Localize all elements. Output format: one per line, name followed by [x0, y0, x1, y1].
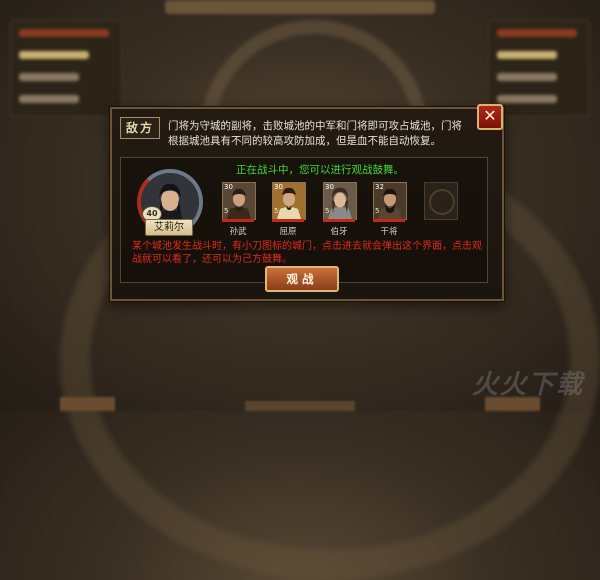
general-name-3: 伯牙 [330, 227, 348, 237]
gate-general-description: 门将为守城的副将，击败城池的中军和门将即可攻占城池，门将根据城池具有不同的较高攻… [168, 120, 462, 147]
general-stars-3: 5 [325, 207, 330, 215]
close-button[interactable]: ✕ [477, 104, 503, 130]
commander-name: 艾莉尔 [145, 219, 193, 236]
general-stars-4: 5 [375, 207, 380, 215]
general-name-2: 屈原 [279, 227, 297, 237]
general-level-1: 30 [224, 183, 233, 191]
general-name-4: 干将 [380, 227, 398, 237]
general-hp-bar-4 [373, 219, 405, 222]
battle-status: 正在战斗中，您可以进行观战鼓舞。 [236, 164, 404, 176]
bottom-center-button [245, 401, 355, 411]
instruction-tip: 某个城池发生战斗时，有小刀图标的城门，点击进去就会弹出这个界面，点击观战就可以看… [132, 241, 482, 265]
general-name-1: 孙武 [229, 227, 247, 237]
general-stars-2: 5 [274, 207, 279, 215]
close-icon: ✕ [483, 106, 497, 125]
general-hp-bar-1 [222, 219, 254, 222]
general-level-4: 32 [375, 183, 384, 191]
bottom-left-button [60, 397, 115, 411]
general-stars-1: 5 [224, 207, 229, 215]
watermark: 火火下载 [471, 370, 584, 400]
right-info-panel [488, 20, 590, 117]
left-info-panel [10, 20, 122, 117]
seal-icon [429, 189, 455, 215]
top-title-bar [165, 0, 435, 14]
watch-battle-button[interactable]: 观战 [265, 266, 339, 292]
empty-general-slot [424, 182, 458, 220]
general-hp-bar-3 [323, 219, 355, 222]
general-hp-bar-2 [272, 219, 304, 222]
general-level-2: 30 [274, 183, 283, 191]
general-level-3: 30 [325, 183, 334, 191]
enemy-tag: 敌方 [120, 117, 160, 139]
